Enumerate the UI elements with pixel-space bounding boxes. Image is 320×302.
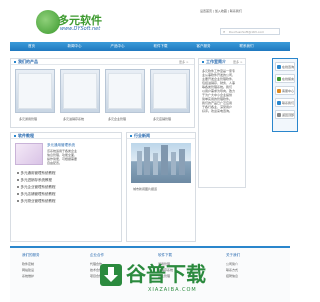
- main-nav: 首页 新闻中心 产品中心 软件下载 客户服务 联系我们: [10, 42, 290, 51]
- nav-products[interactable]: 产品中心: [96, 42, 139, 51]
- panel-bullet-icon: [202, 61, 204, 63]
- about-title: 工作室简介: [206, 59, 226, 64]
- product-thumb-1[interactable]: [15, 69, 55, 113]
- product-caption-1[interactable]: 多元通用管理: [19, 117, 55, 121]
- list-item[interactable]: 多元进销存系统教程: [17, 178, 117, 183]
- logo-url: www.DYSoft.net: [60, 26, 101, 32]
- sidebar-btn-top[interactable]: 返回顶部: [275, 110, 295, 119]
- product-caption-4[interactable]: 多元店铺管理: [153, 117, 189, 121]
- chat-icon: [277, 65, 281, 69]
- footer-col-1: 我们的服务 软件定制 网站建设 系统维护: [22, 252, 82, 278]
- product-caption-2[interactable]: 多元进销存系统: [63, 117, 99, 121]
- about-more-link[interactable]: 更多 >: [233, 60, 242, 64]
- search-box[interactable]: ⌕ DuoYuanSoft@163.com: [220, 28, 280, 35]
- tutorial-list: 多元通用管理系统教程 多元进销存系统教程 多元企业管理系统教程 多元店铺管理系统…: [17, 171, 117, 206]
- sidebar-btn-message[interactable]: 在线留言: [275, 74, 295, 83]
- news-image[interactable]: [131, 143, 191, 183]
- nav-contact[interactable]: 联系我们: [225, 42, 268, 51]
- watermark-text: 谷普下载: [126, 262, 206, 286]
- tutorial-title: 软件教程: [18, 133, 34, 138]
- nav-news[interactable]: 新闻中心: [53, 42, 96, 51]
- panel-bullet-icon: [130, 135, 132, 137]
- sidebar-btn-service[interactable]: 客服中心: [275, 86, 295, 95]
- list-item[interactable]: 多元企业管理系统教程: [17, 185, 117, 190]
- search-icon: ⌕: [223, 29, 226, 34]
- search-input[interactable]: DuoYuanSoft@163.com: [229, 30, 279, 34]
- software-image[interactable]: [15, 143, 43, 165]
- tutorial-panel: 软件教程 多元通用管理系统 该系统适用于各类企业 信息管理，功能全面， 操作简便…: [10, 132, 122, 242]
- logo-mark-icon: [36, 10, 60, 34]
- panel-bullet-icon: [14, 61, 16, 63]
- products-title: 我们的产品: [18, 59, 38, 64]
- product-caption-3[interactable]: 多元企业管理: [108, 117, 144, 121]
- top-links[interactable]: 设置首页 | 加入收藏 | 联系我们: [200, 9, 290, 13]
- about-panel: 工作室简介 更多 > 多元软件工作室是一家专 业从事软件开发的公司， 主要开发企…: [198, 58, 246, 188]
- nav-service[interactable]: 客户服务: [182, 42, 225, 51]
- product-thumb-2[interactable]: [60, 69, 100, 113]
- float-sidebar: 在线咨询 在线留言 客服中心 联系我们 返回顶部: [272, 58, 298, 132]
- product-thumb-4[interactable]: [150, 69, 190, 113]
- about-text: 多元软件工作室是一家专 业从事软件开发的公司， 主要开发企业管理软件， 包括进销…: [202, 69, 236, 113]
- product-thumb-3[interactable]: [105, 69, 145, 113]
- arrow-up-icon: [277, 113, 281, 117]
- list-item[interactable]: 多元物业管理系统教程: [17, 199, 117, 204]
- footer-link[interactable]: 系统维护: [22, 274, 82, 278]
- news-panel: 行业新闻 城市新闻图片报道: [126, 132, 196, 242]
- nav-home[interactable]: 首页: [10, 42, 53, 51]
- list-item[interactable]: 多元店铺管理系统教程: [17, 192, 117, 197]
- footer-link[interactable]: 网站建设: [22, 268, 82, 272]
- download-arrow-icon: [100, 264, 122, 286]
- message-icon: [277, 77, 281, 81]
- news-title: 行业新闻: [134, 133, 150, 138]
- sidebar-btn-contact[interactable]: 联系我们: [275, 98, 295, 107]
- products-panel: 我们的产品 更多 > 多元通用管理 多元进销存系统 多元企业管理 多元店铺管理: [10, 58, 195, 128]
- products-more-link[interactable]: 更多 >: [179, 60, 188, 64]
- software-title[interactable]: 多元通用管理系统: [47, 143, 117, 148]
- watermark-sub: XIAZAIBA.COM: [148, 287, 197, 293]
- headset-icon: [277, 89, 281, 93]
- logo[interactable]: 多元软件 www.DYSoft.net: [36, 10, 116, 36]
- panel-bullet-icon: [14, 135, 16, 137]
- news-caption[interactable]: 城市新闻图片报道: [133, 187, 193, 191]
- watermark: 谷普下载 XIAZAIBA.COM: [100, 262, 290, 298]
- phone-icon: [277, 101, 281, 105]
- sidebar-btn-consult[interactable]: 在线咨询: [275, 62, 295, 71]
- nav-download[interactable]: 软件下载: [139, 42, 182, 51]
- list-item[interactable]: 多元通用管理系统教程: [17, 171, 117, 176]
- footer-link[interactable]: 软件定制: [22, 262, 82, 266]
